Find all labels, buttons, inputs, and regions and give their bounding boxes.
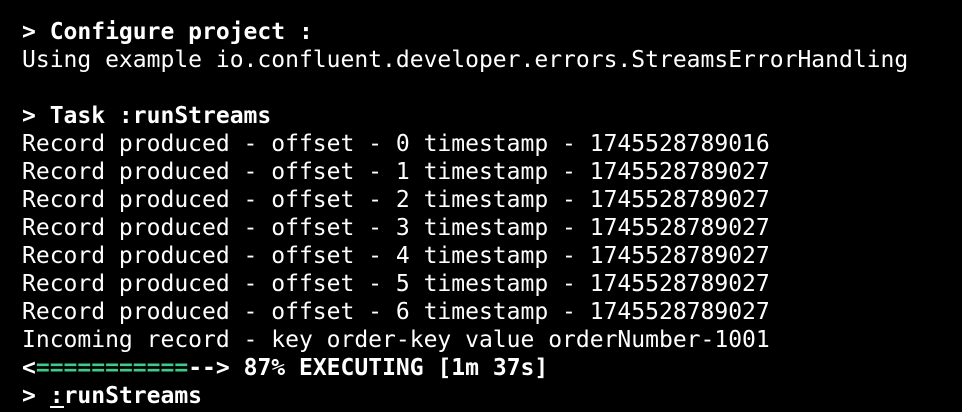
progress-bar-close: > (215, 355, 230, 381)
progress-bar-filled: =========== (35, 355, 189, 381)
record-line: Record produced - offset - 4 timestamp -… (22, 243, 770, 269)
record-line: Record produced - offset - 0 timestamp -… (22, 131, 770, 157)
prompt-command: runStreams (63, 383, 203, 409)
record-line: Record produced - offset - 6 timestamp -… (22, 299, 770, 325)
record-line: Record produced - offset - 1 timestamp -… (22, 159, 770, 185)
record-line: Record produced - offset - 2 timestamp -… (22, 187, 770, 213)
progress-line: <===========--> 87% EXECUTING [1m 37s] (22, 354, 962, 382)
cursor[interactable]: : (50, 383, 64, 409)
using-example-line: Using example io.confluent.developer.err… (22, 47, 909, 73)
progress-status: 87% EXECUTING [1m 37s] (229, 355, 549, 381)
progress-bar-open: < (22, 355, 36, 381)
record-line: Record produced - offset - 3 timestamp -… (22, 215, 770, 241)
command-prompt-line[interactable]: > :runStreams (22, 382, 962, 410)
task-header: > Task :runStreams (22, 103, 272, 129)
configure-project-header: > Configure project : (22, 19, 313, 45)
prompt-prefix: > (22, 383, 50, 409)
record-line: Record produced - offset - 5 timestamp -… (22, 271, 770, 297)
terminal-window[interactable]: > Configure project : Using example io.c… (0, 0, 962, 412)
progress-bar-empty: -- (188, 355, 216, 381)
incoming-record-line: Incoming record - key order-key value or… (22, 327, 770, 353)
